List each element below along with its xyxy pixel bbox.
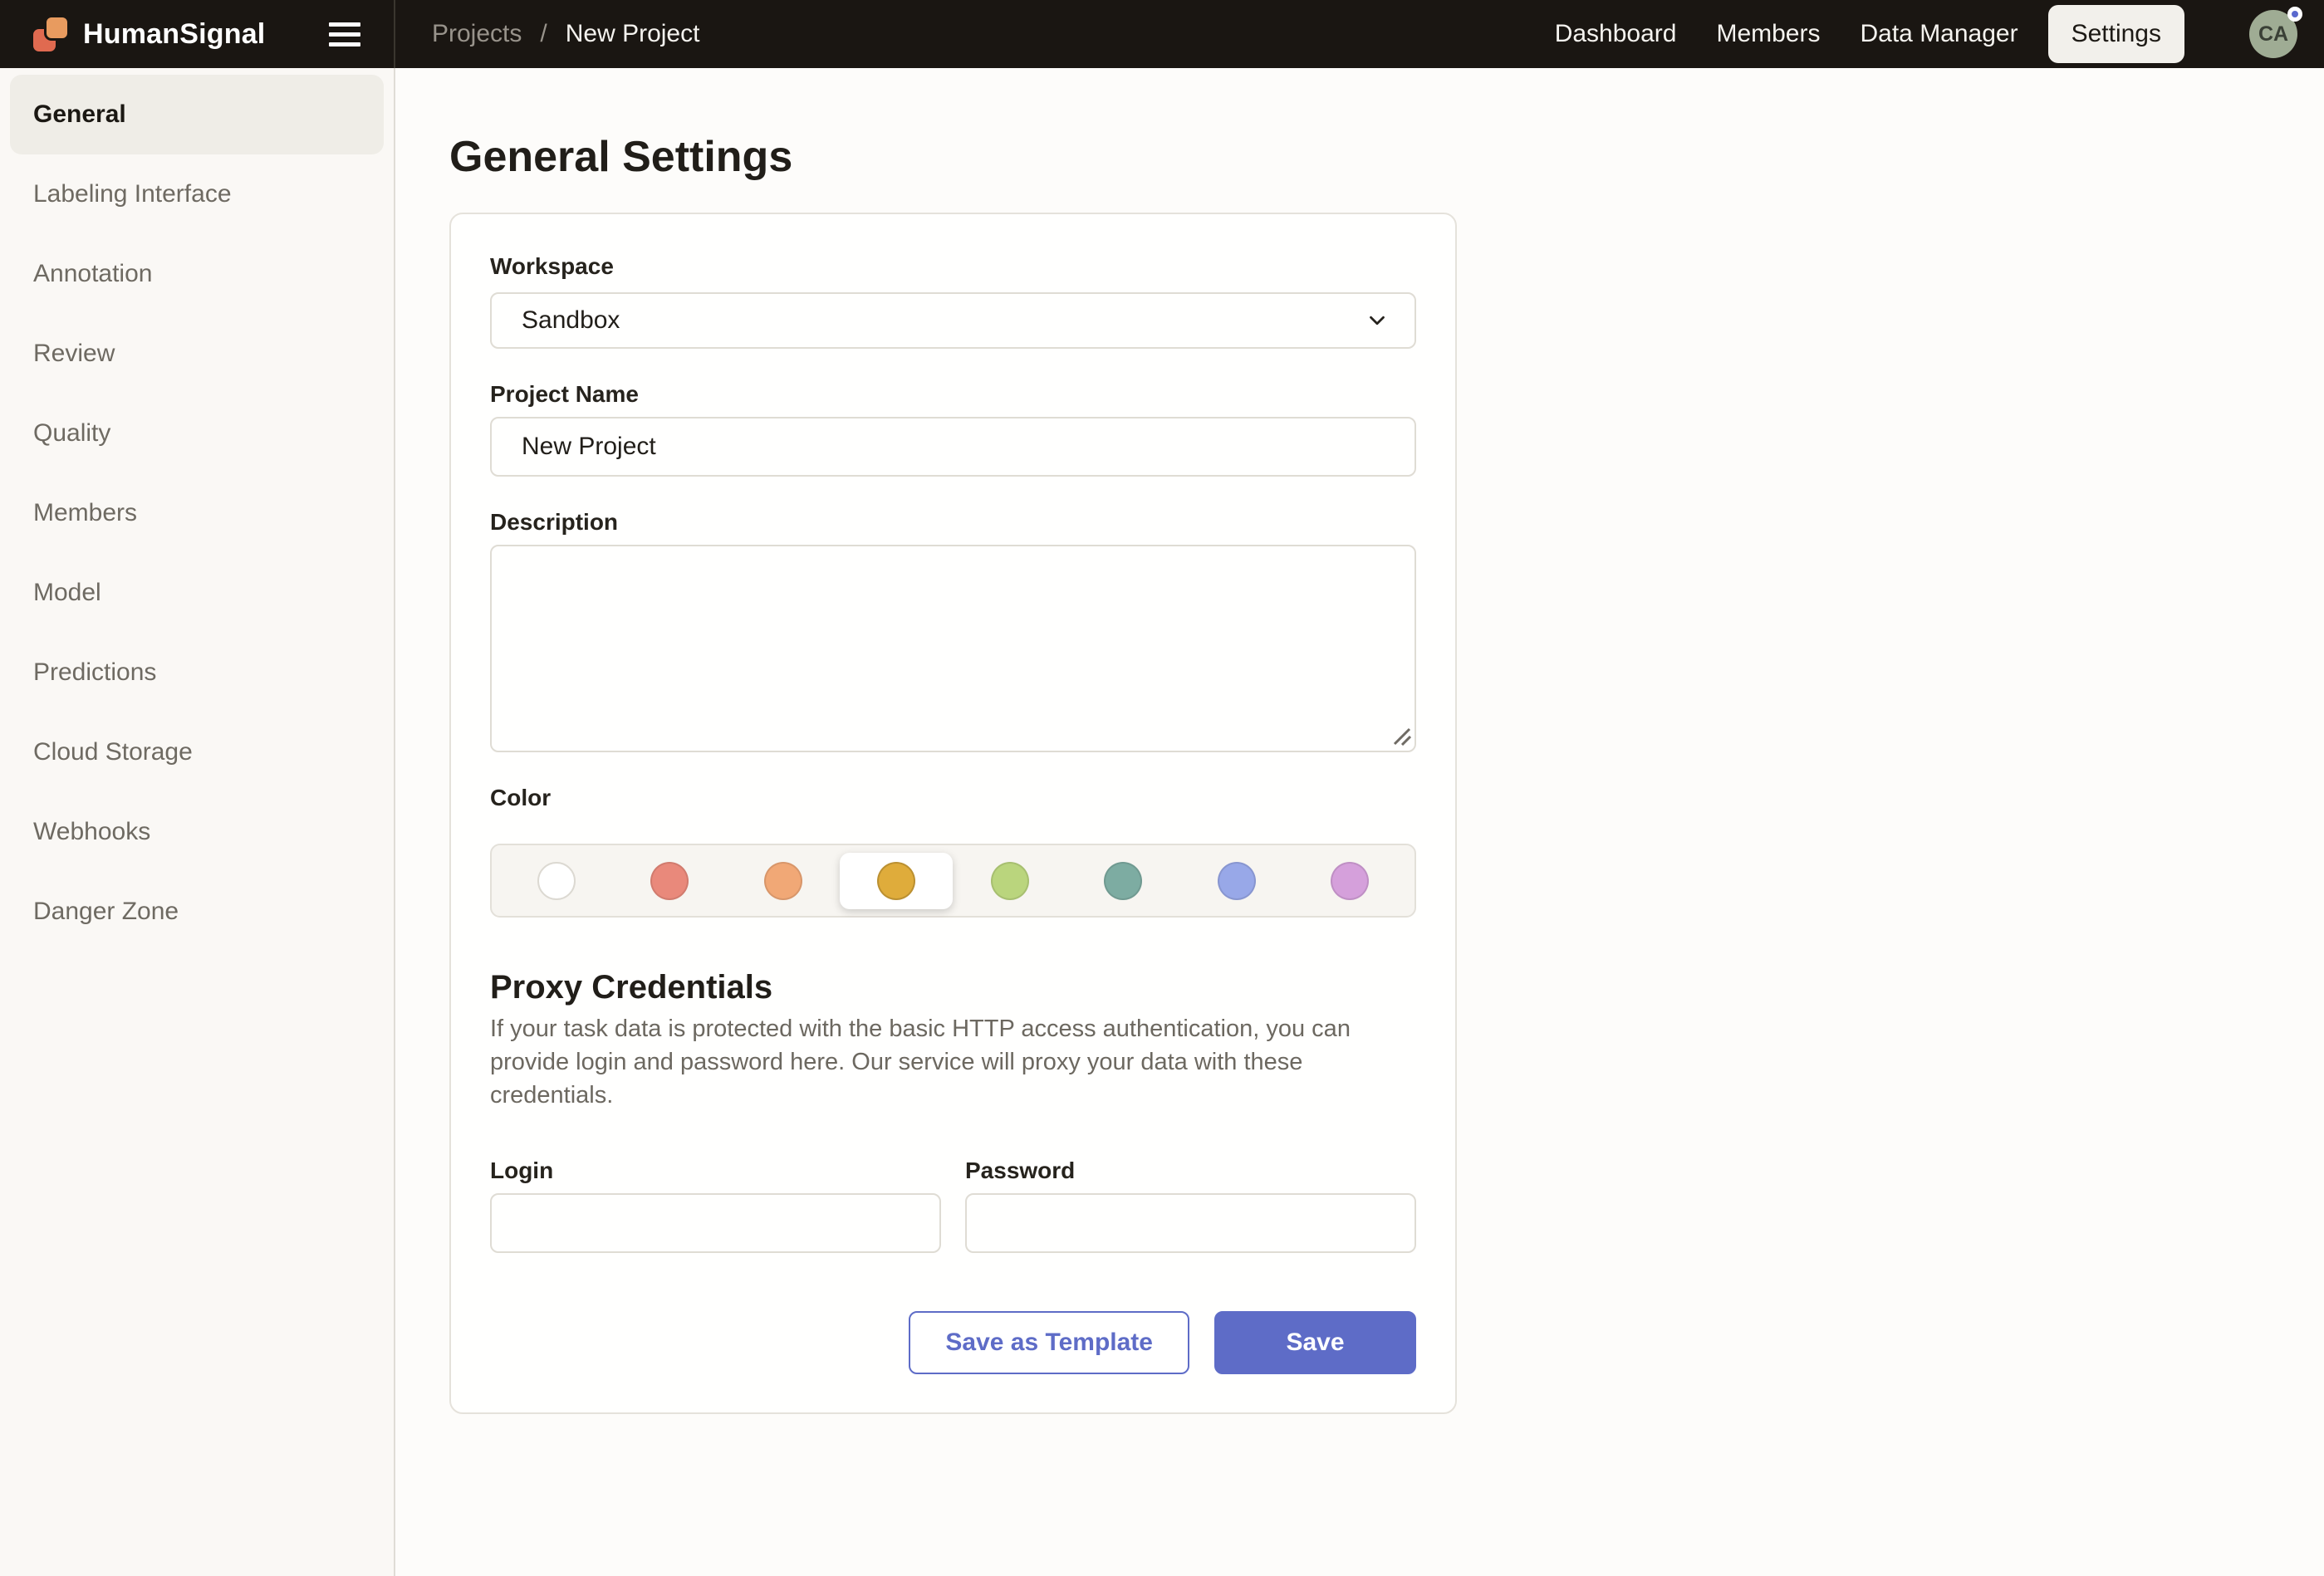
nav-data-manager[interactable]: Data Manager bbox=[1860, 20, 2018, 48]
color-label: Color bbox=[490, 784, 1416, 812]
logo-square-orange bbox=[44, 15, 70, 41]
brand-logo[interactable]: HumanSignal bbox=[33, 15, 265, 53]
login-label: Login bbox=[490, 1157, 941, 1185]
page-shell: General Labeling Interface Annotation Re… bbox=[0, 68, 2324, 1576]
sidebar-item-model[interactable]: Model bbox=[10, 553, 384, 633]
settings-sidebar: General Labeling Interface Annotation Re… bbox=[0, 68, 395, 1576]
sidebar-item-general[interactable]: General bbox=[10, 75, 384, 154]
breadcrumb: Projects / New Project bbox=[395, 20, 699, 48]
sidebar-item-members[interactable]: Members bbox=[10, 473, 384, 553]
hamburger-bar bbox=[329, 22, 360, 27]
color-swatch-white[interactable] bbox=[537, 862, 576, 900]
color-swatch-periwinkle[interactable] bbox=[1218, 862, 1256, 900]
nav-dashboard[interactable]: Dashboard bbox=[1555, 20, 1677, 48]
sidebar-item-labeling-interface[interactable]: Labeling Interface bbox=[10, 154, 384, 234]
color-swatch-gold-selected[interactable] bbox=[877, 862, 915, 900]
sidebar-item-annotation[interactable]: Annotation bbox=[10, 234, 384, 314]
header-left-section: HumanSignal bbox=[0, 0, 395, 68]
nav-settings-active[interactable]: Settings bbox=[2048, 5, 2184, 63]
color-swatch-salmon[interactable] bbox=[650, 862, 689, 900]
sidebar-item-predictions[interactable]: Predictions bbox=[10, 633, 384, 712]
breadcrumb-projects-link[interactable]: Projects bbox=[432, 20, 522, 48]
credentials-grid: Login Password bbox=[490, 1157, 1416, 1253]
hamburger-bar bbox=[329, 42, 360, 46]
sidebar-item-quality[interactable]: Quality bbox=[10, 394, 384, 473]
breadcrumb-separator: / bbox=[540, 20, 547, 48]
workspace-label: Workspace bbox=[490, 252, 1416, 281]
sidebar-item-danger-zone[interactable]: Danger Zone bbox=[10, 872, 384, 952]
form-actions: Save as Template Save bbox=[490, 1311, 1416, 1374]
description-label: Description bbox=[490, 508, 1416, 536]
save-button[interactable]: Save bbox=[1214, 1311, 1416, 1374]
save-as-template-button[interactable]: Save as Template bbox=[909, 1311, 1189, 1374]
password-label: Password bbox=[965, 1157, 1416, 1185]
description-textarea[interactable] bbox=[490, 545, 1416, 752]
main-content: General Settings Workspace Sandbox Proje… bbox=[395, 68, 2324, 1576]
color-swatch-row bbox=[490, 844, 1416, 918]
workspace-select[interactable]: Sandbox bbox=[490, 292, 1416, 349]
proxy-credentials-title: Proxy Credentials bbox=[490, 967, 1416, 1007]
password-input[interactable] bbox=[965, 1193, 1416, 1253]
breadcrumb-current-page: New Project bbox=[566, 20, 700, 48]
color-swatch-green[interactable] bbox=[991, 862, 1029, 900]
brand-name: HumanSignal bbox=[83, 18, 265, 51]
page-title: General Settings bbox=[449, 131, 2324, 183]
user-avatar-wrap: CA bbox=[2249, 10, 2297, 58]
chevron-down-icon bbox=[1365, 308, 1390, 333]
project-name-input[interactable] bbox=[490, 417, 1416, 477]
hamburger-menu-icon[interactable] bbox=[329, 19, 360, 50]
sidebar-item-webhooks[interactable]: Webhooks bbox=[10, 792, 384, 872]
sidebar-item-review[interactable]: Review bbox=[10, 314, 384, 394]
sidebar-item-cloud-storage[interactable]: Cloud Storage bbox=[10, 712, 384, 792]
password-field-group: Password bbox=[965, 1157, 1416, 1253]
color-swatch-selected-tile[interactable] bbox=[840, 853, 953, 909]
humansignal-logo-icon bbox=[33, 15, 71, 53]
workspace-selected-value: Sandbox bbox=[522, 306, 620, 335]
general-settings-card: Workspace Sandbox Project Name Descripti… bbox=[449, 213, 1457, 1414]
login-field-group: Login bbox=[490, 1157, 941, 1253]
color-swatch-orchid[interactable] bbox=[1331, 862, 1369, 900]
color-swatch-orange[interactable] bbox=[764, 862, 802, 900]
top-nav: Dashboard Members Data Manager Settings bbox=[1555, 5, 2184, 63]
login-input[interactable] bbox=[490, 1193, 941, 1253]
top-header: HumanSignal Projects / New Project Dashb… bbox=[0, 0, 2324, 68]
color-swatch-teal[interactable] bbox=[1104, 862, 1142, 900]
notification-dot bbox=[2287, 7, 2302, 22]
hamburger-bar bbox=[329, 32, 360, 37]
nav-members[interactable]: Members bbox=[1716, 20, 1820, 48]
proxy-credentials-description: If your task data is protected with the … bbox=[490, 1012, 1416, 1112]
project-name-label: Project Name bbox=[490, 380, 1416, 409]
description-field-wrap bbox=[490, 545, 1416, 752]
